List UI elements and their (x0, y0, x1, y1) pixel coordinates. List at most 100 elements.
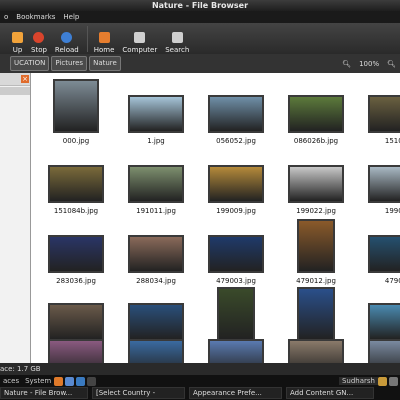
computer-button[interactable]: Computer (122, 25, 157, 54)
computer-icon (134, 32, 146, 43)
home-label: Home (93, 46, 115, 54)
file-name: 19902 (384, 207, 400, 215)
task-appearance-prefs[interactable]: Appearance Prefe... (189, 387, 282, 399)
file-item[interactable]: 479012.jpg (276, 219, 356, 285)
window-list: Nature - File Brow... [Select Country - … (0, 387, 400, 399)
terminal-icon[interactable] (87, 376, 97, 386)
file-thumbnail (48, 303, 104, 341)
file-name: 199022.jpg (296, 207, 336, 215)
file-item[interactable] (116, 339, 196, 363)
file-thumbnail (128, 95, 184, 133)
menu-go[interactable]: o (0, 13, 12, 21)
file-item[interactable]: 19902 (356, 165, 400, 215)
file-item[interactable] (196, 339, 276, 363)
file-thumbnail (128, 235, 184, 273)
file-thumbnail (208, 339, 264, 363)
search-label: Search (165, 46, 190, 54)
file-thumbnail (128, 339, 184, 363)
crumb-pictures[interactable]: Pictures (51, 56, 88, 71)
places-menu[interactable]: aces (0, 377, 22, 385)
zoom-level[interactable]: 100% (359, 60, 379, 68)
file-name: 199009.jpg (216, 207, 256, 215)
file-item[interactable]: 15108 (356, 95, 400, 145)
crumb-nature[interactable]: Nature (89, 56, 121, 71)
file-item[interactable]: 086026b.jpg (276, 95, 356, 145)
location-bar: UCATION Pictures Nature 🔍︎ 100% 🔍︎ (0, 54, 400, 73)
file-name: 151084b.jpg (53, 207, 99, 215)
file-name: 479012.jpg (296, 277, 336, 285)
up-button[interactable]: Up (12, 25, 23, 54)
file-thumbnail (208, 95, 264, 133)
reload-label: Reload (54, 46, 79, 54)
close-icon[interactable]: × (21, 75, 29, 83)
file-item[interactable] (356, 339, 400, 363)
file-item[interactable]: 000.jpg (36, 79, 116, 145)
file-item[interactable]: 191011.jpg (116, 165, 196, 215)
back-button-partial[interactable] (0, 25, 12, 54)
file-name: 086026b.jpg (293, 137, 339, 145)
window-title: Nature - File Browser (0, 0, 400, 11)
user-name[interactable]: Sudharsh (338, 377, 378, 385)
menu-help[interactable]: Help (59, 13, 83, 21)
volume-icon[interactable] (389, 376, 398, 386)
file-item[interactable]: 151084b.jpg (36, 165, 116, 215)
reload-icon (61, 32, 73, 43)
file-item[interactable]: 199009.jpg (196, 165, 276, 215)
zoom-controls: 🔍︎ 100% 🔍︎ (334, 54, 400, 73)
up-label: Up (12, 46, 23, 54)
file-thumbnail (297, 219, 335, 273)
reload-button[interactable]: Reload (55, 25, 79, 54)
zoom-in-icon[interactable]: 🔍︎ (387, 60, 396, 68)
file-item[interactable]: 056052.jpg (196, 95, 276, 145)
up-arrow-icon (12, 32, 23, 43)
file-thumbnail (297, 287, 335, 341)
file-thumbnail (48, 165, 104, 203)
file-thumbnail (368, 303, 400, 341)
file-thumbnail (208, 235, 264, 273)
help-icon[interactable] (76, 376, 86, 386)
file-item[interactable]: 1.jpg (116, 95, 196, 145)
task-add-content[interactable]: Add Content GN... (286, 387, 374, 399)
file-item[interactable] (36, 339, 116, 363)
zoom-out-icon[interactable]: 🔍︎ (342, 60, 351, 68)
menubar: o Bookmarks Help (0, 11, 400, 23)
task-file-browser[interactable]: Nature - File Brow... (0, 387, 88, 399)
file-item[interactable]: 283036.jpg (36, 235, 116, 285)
mail-icon[interactable] (65, 376, 75, 386)
stop-label: Stop (31, 46, 47, 54)
file-name: 15108 (384, 137, 400, 145)
file-item[interactable]: 288034.jpg (116, 235, 196, 285)
file-thumbnail (368, 95, 400, 133)
menu-bookmarks[interactable]: Bookmarks (12, 13, 59, 21)
firefox-icon[interactable] (54, 376, 64, 386)
file-name: 191011.jpg (136, 207, 176, 215)
task-select-country[interactable]: [Select Country - (92, 387, 185, 399)
computer-label: Computer (122, 46, 158, 54)
file-thumbnail (128, 165, 184, 203)
file-item[interactable] (276, 339, 356, 363)
status-bar: ace: 1.7 GB (0, 363, 400, 375)
file-item[interactable]: 199022.jpg (276, 165, 356, 215)
file-thumbnail (288, 339, 344, 363)
file-thumbnail (208, 165, 264, 203)
file-thumbnail (53, 79, 99, 133)
file-item[interactable]: 479003.jpg (196, 235, 276, 285)
stop-button[interactable]: Stop (31, 25, 47, 54)
side-pane-selected-row[interactable] (0, 87, 30, 95)
home-icon (98, 32, 110, 43)
search-icon (171, 32, 183, 43)
file-thumbnail (368, 235, 400, 273)
network-icon[interactable] (378, 376, 387, 386)
file-item[interactable]: 47901 (356, 235, 400, 285)
file-name: 1.jpg (147, 137, 165, 145)
crumb-education[interactable]: UCATION (10, 56, 50, 71)
home-button[interactable]: Home (93, 25, 115, 54)
side-pane: × (0, 73, 31, 363)
taskbar: aces System Sudharsh Nature - File Brow.… (0, 375, 400, 400)
system-menu[interactable]: System (22, 377, 54, 385)
file-name: 47901 (384, 277, 400, 285)
toolbar-separator (86, 26, 88, 52)
file-thumbnail (368, 165, 400, 203)
file-thumbnail (48, 339, 104, 363)
search-button[interactable]: Search (165, 25, 189, 54)
